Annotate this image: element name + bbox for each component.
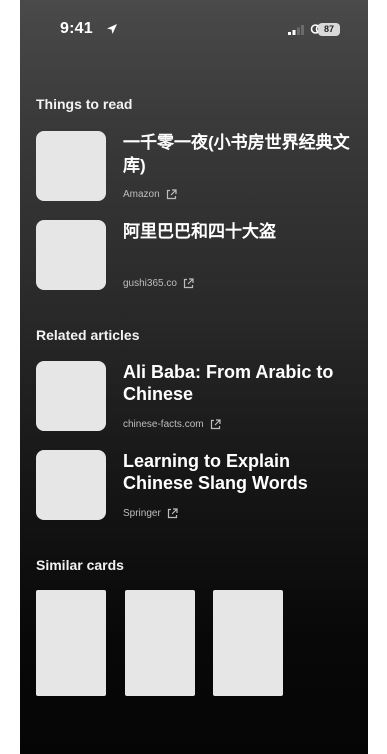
thumbnail [36,450,106,520]
similar-card[interactable] [36,590,106,696]
phone-screen: 9:41 87 Things to read 一千零一夜(小书房世界经典文库) … [20,0,368,754]
item-title: Ali Baba: From Arabic to Chinese [123,362,334,404]
similar-card[interactable] [125,590,195,696]
item-source[interactable]: Amazon [123,189,177,200]
external-link-icon [210,419,221,430]
section-title-things-to-read: Things to read [36,96,133,112]
list-item[interactable]: 一千零一夜(小书房世界经典文库) Amazon [36,131,356,203]
external-link-icon [183,278,194,289]
source-label: gushi365.co [123,278,177,289]
source-label: Amazon [123,189,160,200]
thumbnail [36,131,106,201]
battery-indicator: 87 [318,23,340,36]
signal-bars-icon [288,25,304,35]
thumbnail [36,361,106,431]
thumbnail [36,220,106,290]
source-label: Springer [123,508,161,519]
similar-card[interactable] [213,590,283,696]
status-time: 9:41 [60,20,93,37]
item-source[interactable]: chinese-facts.com [123,419,221,430]
section-title-similar-cards: Similar cards [36,557,124,573]
item-title: 一千零一夜(小书房世界经典文库) [123,133,350,175]
item-title: 阿里巴巴和四十大盗 [123,222,276,241]
list-item[interactable]: 阿里巴巴和四十大盗 gushi365.co [36,220,356,292]
item-source[interactable]: gushi365.co [123,278,194,289]
source-label: chinese-facts.com [123,419,204,430]
item-title: Learning to Explain Chinese Slang Words [123,451,308,493]
external-link-icon [167,508,178,519]
section-title-related-articles: Related articles [36,327,140,343]
item-source[interactable]: Springer [123,508,178,519]
external-link-icon [166,189,177,200]
list-item[interactable]: Ali Baba: From Arabic to Chinese chinese… [36,361,356,433]
location-arrow-icon [107,24,117,34]
status-bar: 9:41 87 [20,0,368,58]
list-item[interactable]: Learning to Explain Chinese Slang Words … [36,450,356,522]
